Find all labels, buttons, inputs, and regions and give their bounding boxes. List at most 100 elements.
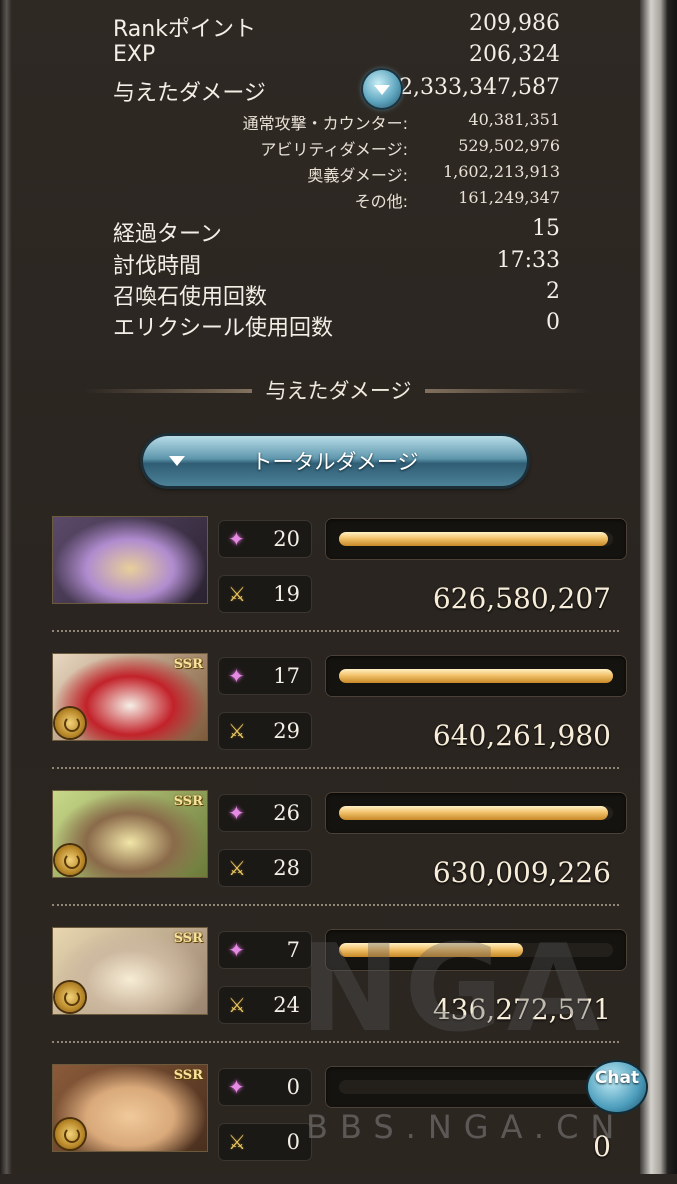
row-separator bbox=[52, 767, 619, 769]
attack-count: 19 bbox=[273, 582, 300, 606]
rank-points-label: Rankポイント bbox=[113, 17, 256, 42]
summons-row: 召喚石使用回数 2 bbox=[113, 279, 560, 310]
time-value: 17:33 bbox=[496, 248, 560, 273]
breakdown-value: 529,502,976 bbox=[458, 136, 560, 155]
summons-value: 2 bbox=[546, 279, 560, 304]
damage-bar-track bbox=[339, 806, 613, 820]
skill-count-badge: ✦ 7 bbox=[218, 931, 312, 969]
attack-count: 28 bbox=[273, 856, 300, 880]
sparkle-icon: ✦ bbox=[228, 527, 245, 551]
sparkle-icon: ✦ bbox=[228, 664, 245, 688]
breakdown-row: 通常攻撃・カウンター: 40,381,351 bbox=[150, 110, 560, 134]
damage-bar bbox=[325, 655, 627, 697]
character-row[interactable]: ✦ 20 ⚔ 19 626,580,207 bbox=[52, 516, 627, 636]
attack-count-badge: ⚔ 19 bbox=[218, 575, 312, 613]
damage-dealt-row: 与えたダメージ 2,333,347,587 bbox=[113, 75, 560, 106]
watermark-logo: NGA bbox=[300, 920, 604, 1059]
exp-label: EXP bbox=[113, 42, 156, 67]
skill-count: 26 bbox=[273, 801, 300, 825]
character-portrait[interactable]: SSR bbox=[52, 790, 208, 878]
sparkle-icon: ✦ bbox=[228, 1075, 245, 1099]
element-emblem-icon bbox=[55, 982, 85, 1012]
crossed-swords-icon: ⚔ bbox=[228, 582, 246, 606]
skill-count: 0 bbox=[286, 1075, 300, 1099]
skill-count-badge: ✦ 26 bbox=[218, 794, 312, 832]
attack-count-badge: ⚔ 0 bbox=[218, 1123, 312, 1161]
character-portrait[interactable]: SSR bbox=[52, 1064, 208, 1152]
breakdown-row: その他: 161,249,347 bbox=[150, 188, 560, 212]
chat-label: Chat bbox=[594, 1068, 640, 1088]
chat-button[interactable]: Chat bbox=[588, 1062, 646, 1112]
attack-count-badge: ⚔ 28 bbox=[218, 849, 312, 887]
character-portrait[interactable]: SSR bbox=[52, 927, 208, 1015]
character-portrait[interactable]: SSR bbox=[52, 653, 208, 741]
skill-count: 17 bbox=[273, 664, 300, 688]
breakdown-value: 1,602,213,913 bbox=[442, 162, 560, 181]
ssr-badge: SSR bbox=[173, 657, 203, 672]
breakdown-value: 40,381,351 bbox=[468, 110, 560, 129]
section-title: 与えたダメージ bbox=[0, 375, 677, 405]
damage-bar bbox=[325, 792, 627, 834]
breakdown-label: 奥義ダメージ: bbox=[307, 166, 408, 185]
crossed-swords-icon: ⚔ bbox=[228, 856, 246, 880]
exp-value: 206,324 bbox=[469, 42, 560, 67]
damage-bar-fill bbox=[339, 669, 613, 683]
ssr-badge: SSR bbox=[173, 931, 203, 946]
row-separator bbox=[52, 630, 619, 632]
dropdown-label: トータルダメージ bbox=[251, 450, 419, 474]
crossed-swords-icon: ⚔ bbox=[228, 1130, 246, 1154]
character-portrait[interactable] bbox=[52, 516, 208, 604]
attack-count: 0 bbox=[286, 1130, 300, 1154]
breakdown-row: 奥義ダメージ: 1,602,213,913 bbox=[150, 162, 560, 186]
crossed-swords-icon: ⚔ bbox=[228, 993, 246, 1017]
turns-value: 15 bbox=[532, 216, 560, 241]
damage-bar-track bbox=[339, 532, 613, 546]
attack-count-badge: ⚔ 24 bbox=[218, 986, 312, 1024]
watermark-url: BBS.NGA.CN bbox=[306, 1108, 627, 1146]
damage-bar-fill bbox=[339, 806, 608, 820]
skill-count-badge: ✦ 17 bbox=[218, 657, 312, 695]
elixirs-label: エリクシール使用回数 bbox=[113, 316, 334, 341]
element-emblem-icon bbox=[55, 845, 85, 875]
character-row[interactable]: SSR ✦ 26 ⚔ 28 630,009,226 bbox=[52, 790, 627, 910]
skill-count-badge: ✦ 0 bbox=[218, 1068, 312, 1106]
exp-row: EXP 206,324 bbox=[113, 42, 560, 72]
crossed-swords-icon: ⚔ bbox=[228, 719, 246, 743]
elixirs-value: 0 bbox=[546, 310, 560, 335]
character-row[interactable]: SSR ✦ 17 ⚔ 29 640,261,980 bbox=[52, 653, 627, 773]
element-emblem-icon bbox=[55, 1119, 85, 1149]
skill-count-badge: ✦ 20 bbox=[218, 520, 312, 558]
damage-value: 630,009,226 bbox=[432, 856, 611, 889]
skill-count: 7 bbox=[286, 938, 300, 962]
damage-bar-track bbox=[339, 1080, 613, 1094]
attack-count-badge: ⚔ 29 bbox=[218, 712, 312, 750]
damage-bar-track bbox=[339, 669, 613, 683]
attack-count: 24 bbox=[273, 993, 300, 1017]
breakdown-row: アビリティダメージ: 529,502,976 bbox=[150, 136, 560, 160]
damage-bar bbox=[325, 518, 627, 560]
breakdown-label: その他: bbox=[354, 192, 408, 211]
row-separator bbox=[52, 904, 619, 906]
breakdown-value: 161,249,347 bbox=[458, 188, 560, 207]
sparkle-icon: ✦ bbox=[228, 938, 245, 962]
chevron-down-icon bbox=[374, 85, 390, 95]
section-title-text: 与えたダメージ bbox=[251, 379, 426, 403]
damage-breakdown-toggle[interactable] bbox=[363, 70, 401, 108]
damage-dealt-label: 与えたダメージ bbox=[113, 81, 266, 106]
attack-count: 29 bbox=[273, 719, 300, 743]
time-row: 討伐時間 17:33 bbox=[113, 248, 560, 279]
skill-count: 20 bbox=[273, 527, 300, 551]
elixirs-row: エリクシール使用回数 0 bbox=[113, 310, 560, 341]
rank-points-row: Rankポイント 209,986 bbox=[113, 11, 560, 42]
element-emblem-icon bbox=[55, 708, 85, 738]
damage-value: 626,580,207 bbox=[432, 582, 611, 615]
scrollbar[interactable] bbox=[640, 0, 677, 1174]
damage-value: 640,261,980 bbox=[432, 719, 611, 752]
ssr-badge: SSR bbox=[173, 1068, 203, 1083]
time-label: 討伐時間 bbox=[113, 254, 202, 279]
left-frame bbox=[0, 0, 12, 1174]
turns-label: 経過ターン bbox=[113, 222, 222, 247]
damage-dealt-value: 2,333,347,587 bbox=[399, 75, 560, 100]
damage-type-dropdown[interactable]: トータルダメージ bbox=[143, 436, 527, 486]
summons-label: 召喚石使用回数 bbox=[113, 285, 268, 310]
